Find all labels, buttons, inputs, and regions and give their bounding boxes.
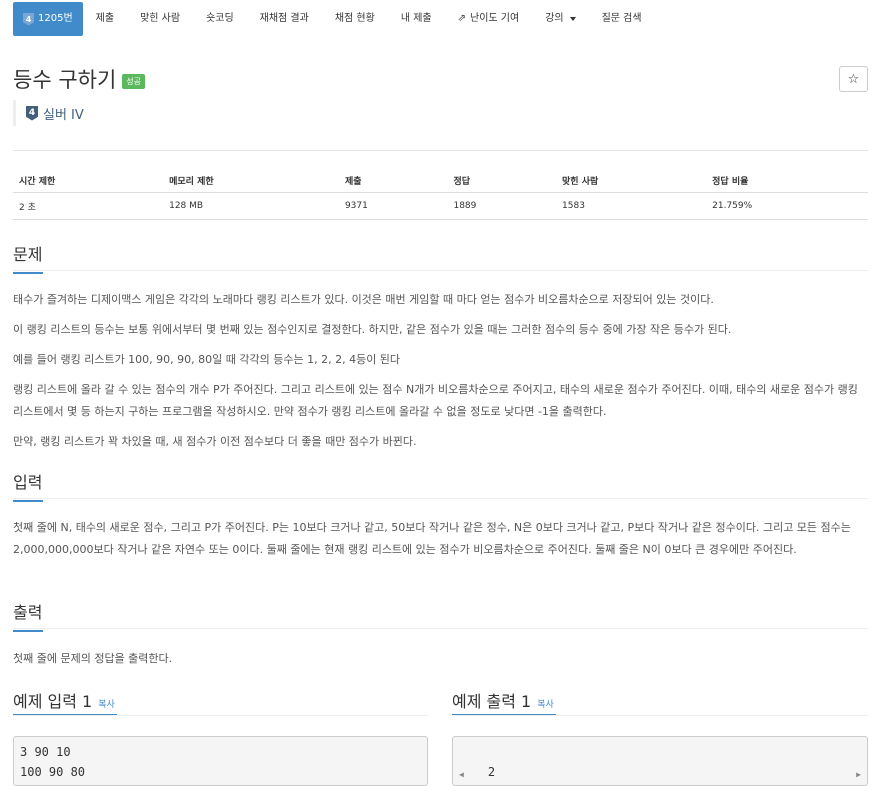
memory-limit-value: 128 MB bbox=[163, 192, 339, 220]
tab-submit[interactable]: 제출 bbox=[83, 2, 127, 36]
tab-short-coding[interactable]: 숏코딩 bbox=[193, 2, 247, 36]
divider bbox=[13, 628, 868, 629]
tab-question-search[interactable]: 질문 검색 bbox=[589, 2, 655, 36]
table-row: 2 초 128 MB 9371 1889 1583 21.759% bbox=[13, 192, 868, 220]
header-ratio: 정답 비율 bbox=[706, 168, 868, 193]
tab-status[interactable]: 채점 현황 bbox=[322, 2, 388, 36]
tab-lectures-dropdown[interactable]: 강의 bbox=[532, 2, 588, 36]
header-accepted: 정답 bbox=[447, 168, 557, 193]
sample-input-heading: 예제 입력 1 복사 bbox=[13, 688, 115, 712]
problem-page: 4 1205번 제출 맞힌 사람 숏코딩 재채점 결과 채점 현황 내 제출 ⇗… bbox=[0, 0, 892, 786]
external-link-icon: ⇗ bbox=[457, 13, 466, 24]
sample-output-title: 예제 출력 1 bbox=[452, 692, 532, 711]
problem-menu: 4 1205번 제출 맞힌 사람 숏코딩 재채점 결과 채점 현황 내 제출 ⇗… bbox=[13, 2, 655, 36]
submissions-value: 9371 bbox=[338, 192, 448, 220]
problem-paragraph: 랭킹 리스트에 올라 갈 수 있는 점수의 개수 P가 주어진다. 그리고 리스… bbox=[13, 383, 858, 418]
tab-label: 1205번 bbox=[38, 13, 73, 24]
section-input-heading: 입력 bbox=[13, 469, 43, 502]
sample-output-heading: 예제 출력 1 복사 bbox=[452, 688, 554, 712]
header-solvers: 맞힌 사람 bbox=[556, 168, 707, 193]
solvers-value: 1583 bbox=[556, 192, 707, 220]
divider bbox=[13, 270, 868, 271]
tab-label: 맞힌 사람 bbox=[140, 13, 181, 24]
section-heading-text: 문제 bbox=[13, 245, 43, 264]
header-memory-limit: 메모리 제한 bbox=[163, 168, 339, 193]
header-submissions: 제출 bbox=[338, 168, 448, 193]
scroll-left-arrow-icon[interactable]: ◀ bbox=[459, 765, 464, 785]
silver-tier-icon: 4 bbox=[26, 105, 38, 121]
tab-label: 제출 bbox=[95, 13, 115, 24]
heading-underline bbox=[13, 630, 43, 632]
tab-solvers[interactable]: 맞힌 사람 bbox=[127, 2, 193, 36]
problem-paragraph: 태수가 즐겨하는 디제이맥스 게임은 각각의 노래마다 랭킹 리스트가 있다. … bbox=[13, 293, 714, 306]
problem-title: 등수 구하기 bbox=[13, 68, 117, 92]
tab-label: 내 제출 bbox=[400, 13, 432, 24]
silver-tier-icon: 4 bbox=[23, 12, 34, 26]
time-limit-value: 2 초 bbox=[13, 192, 164, 220]
divider bbox=[13, 715, 428, 716]
problem-paragraph: 예를 들어 랭킹 리스트가 100, 90, 90, 80일 때 각각의 등수는… bbox=[13, 353, 401, 366]
tab-label: 난이도 기여 bbox=[470, 13, 520, 24]
problem-info-table: 시간 제한 메모리 제한 제출 정답 맞힌 사람 정답 비율 2 초 128 M… bbox=[13, 168, 868, 220]
heading-underline bbox=[13, 500, 43, 502]
copy-sample-input-button[interactable]: 복사 bbox=[98, 697, 115, 710]
copy-sample-output-button[interactable]: 복사 bbox=[537, 697, 554, 710]
status-badge: 성공 bbox=[122, 73, 146, 89]
tab-label: 숏코딩 bbox=[206, 13, 234, 24]
problem-title-row: 등수 구하기 성공 bbox=[13, 64, 146, 94]
caret-down-icon bbox=[569, 17, 576, 21]
input-description: 첫째 줄에 N, 태수의 새로운 점수, 그리고 P가 주어진다. P는 10보… bbox=[13, 521, 851, 556]
section-heading-text: 입력 bbox=[13, 473, 43, 492]
heading-underline bbox=[13, 272, 43, 274]
tier-label: 실버 IV bbox=[43, 107, 84, 123]
sample-input-title: 예제 입력 1 bbox=[13, 692, 93, 711]
tab-difficulty-contribution[interactable]: ⇗ 난이도 기여 bbox=[445, 2, 533, 36]
section-output-heading: 출력 bbox=[13, 599, 43, 632]
sample-output-box[interactable]: 2 ◀ ▶ bbox=[452, 736, 868, 786]
tab-label: 채점 현황 bbox=[334, 13, 375, 24]
divider bbox=[452, 715, 868, 716]
divider bbox=[13, 498, 868, 499]
tab-label: 질문 검색 bbox=[601, 13, 642, 24]
accepted-value: 1889 bbox=[447, 192, 557, 220]
problem-paragraph: 이 랭킹 리스트의 등수는 보통 위에서부터 몇 번째 있는 점수인지로 결정한… bbox=[13, 323, 732, 336]
problem-tier: 4 실버 IV bbox=[13, 100, 84, 126]
tab-label: 재채점 결과 bbox=[259, 13, 309, 24]
tab-my-submissions[interactable]: 내 제출 bbox=[388, 2, 445, 36]
output-description: 첫째 줄에 문제의 정답을 출력한다. bbox=[13, 652, 173, 665]
star-icon: ☆ bbox=[847, 71, 860, 87]
tab-rejudge-results[interactable]: 재채점 결과 bbox=[247, 2, 322, 36]
tab-label: 강의 bbox=[545, 13, 564, 24]
scroll-right-arrow-icon[interactable]: ▶ bbox=[856, 765, 861, 785]
header-time-limit: 시간 제한 bbox=[13, 168, 164, 193]
sample-output-text: 2 bbox=[487, 765, 496, 779]
problem-paragraph: 만약, 랭킹 리스트가 꽉 차있을 때, 새 점수가 이전 점수보다 더 좋을 … bbox=[13, 435, 417, 448]
sample-input-box[interactable]: 3 90 10 100 90 80 bbox=[13, 736, 428, 786]
table-header-row: 시간 제한 메모리 제한 제출 정답 맞힌 사람 정답 비율 bbox=[13, 168, 868, 193]
favorite-star-button[interactable]: ☆ bbox=[839, 66, 868, 92]
tab-problem-number[interactable]: 4 1205번 bbox=[13, 2, 83, 36]
section-heading-text: 출력 bbox=[13, 603, 43, 622]
ratio-value: 21.759% bbox=[706, 192, 868, 220]
section-problem-heading: 문제 bbox=[13, 241, 43, 274]
divider bbox=[13, 150, 868, 151]
